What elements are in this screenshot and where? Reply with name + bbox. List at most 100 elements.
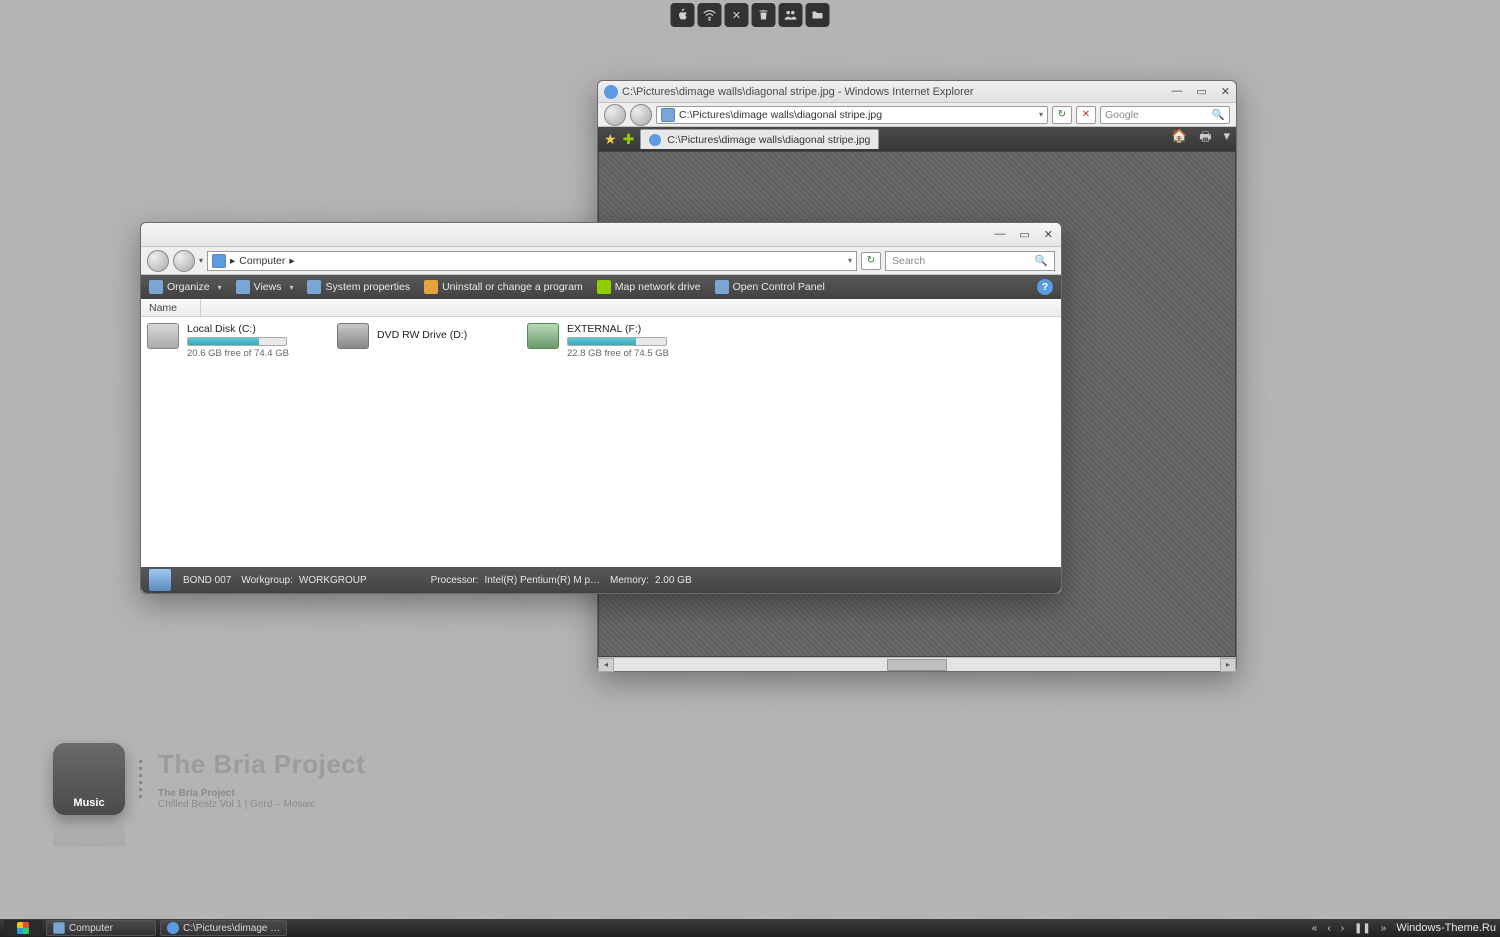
dvd-icon	[337, 323, 369, 349]
column-name[interactable]: Name	[141, 299, 201, 316]
organize-button[interactable]: Organize	[149, 280, 222, 294]
home-icon[interactable]: 🏠	[1171, 128, 1187, 150]
column-header-row: Name	[141, 299, 1061, 317]
drive-c[interactable]: Local Disk (C:) 20.6 GB free of 74.4 GB	[147, 323, 297, 359]
ie-address-bar: C:\Pictures\dimage walls\diagonal stripe…	[598, 103, 1236, 127]
scroll-left-button[interactable]: ◂	[598, 658, 614, 672]
tab-label: C:\Pictures\dimage walls\diagonal stripe…	[667, 134, 870, 146]
explorer-content[interactable]: Local Disk (C:) 20.6 GB free of 74.4 GB …	[141, 317, 1061, 567]
tray-next-icon[interactable]: »	[1381, 923, 1387, 934]
history-dropdown-icon[interactable]: ▾	[199, 256, 203, 265]
status-proc: Intel(R) Pentium(R) M p…	[484, 575, 600, 586]
scroll-right-button[interactable]: ▸	[1220, 658, 1236, 672]
explorer-nav: ▾ ▸ Computer ▸ ▾ ↻ Search 🔍	[141, 247, 1061, 275]
ie-tab-strip: ★ ✚ C:\Pictures\dimage walls\diagonal st…	[598, 127, 1236, 151]
search-icon[interactable]: 🔍	[1212, 108, 1225, 121]
drive-c-label: Local Disk (C:)	[187, 323, 289, 335]
drive-c-free: 20.6 GB free of 74.4 GB	[187, 348, 289, 359]
tray-back-icon[interactable]: ‹	[1327, 923, 1330, 934]
tray-play-icon[interactable]: ›	[1341, 923, 1344, 934]
computer-icon	[212, 254, 226, 268]
search-input[interactable]: Google 🔍	[1100, 106, 1230, 124]
start-button[interactable]	[4, 920, 42, 936]
help-button[interactable]: ?	[1037, 279, 1053, 295]
address-input[interactable]: C:\Pictures\dimage walls\diagonal stripe…	[656, 106, 1048, 124]
tools-icon[interactable]: ✕	[725, 3, 749, 27]
status-wg-label: Workgroup:	[241, 575, 293, 586]
status-wg: WORKGROUP	[299, 575, 367, 586]
map-network-button[interactable]: Map network drive	[597, 280, 701, 294]
explorer-window: — ▭ ✕ ▾ ▸ Computer ▸ ▾ ↻ Search 🔍 Organi…	[140, 222, 1062, 594]
maximize-button[interactable]: ▭	[1196, 85, 1206, 98]
wifi-icon[interactable]	[698, 3, 722, 27]
uninstall-icon	[424, 280, 438, 294]
system-properties-button[interactable]: System properties	[307, 280, 410, 294]
column-name-label: Name	[149, 302, 177, 314]
ie-titlebar[interactable]: C:\Pictures\dimage walls\diagonal stripe…	[598, 81, 1236, 103]
users-icon[interactable]	[779, 3, 803, 27]
search-placeholder: Google	[1105, 109, 1139, 121]
apple-icon[interactable]	[671, 3, 695, 27]
forward-button[interactable]	[173, 250, 195, 272]
views-button[interactable]: Views	[236, 280, 294, 294]
widget-dots	[139, 760, 142, 798]
status-host: BOND 007	[183, 575, 231, 586]
ie-scrollbar-horizontal[interactable]: ◂ ▸	[598, 657, 1236, 671]
chevron-down-icon[interactable]: ▾	[1039, 110, 1043, 119]
close-button[interactable]: ✕	[1221, 85, 1230, 98]
minimize-button[interactable]: —	[994, 228, 1005, 241]
breadcrumb-sep: ▸	[289, 255, 294, 267]
system-tray: « ‹ › ❚❚ » Windows-Theme.Ru	[1312, 922, 1496, 934]
address-text: C:\Pictures\dimage walls\diagonal stripe…	[679, 109, 882, 121]
tools-dropdown-icon[interactable]: ▾	[1223, 128, 1230, 150]
tray-pause-icon[interactable]: ❚❚	[1354, 923, 1371, 934]
refresh-button[interactable]: ↻	[861, 252, 881, 270]
ie-tab[interactable]: C:\Pictures\dimage walls\diagonal stripe…	[640, 129, 879, 149]
taskbar-item-computer[interactable]: Computer	[46, 920, 156, 936]
back-button[interactable]	[147, 250, 169, 272]
views-label: Views	[254, 281, 282, 293]
taskbar: Computer C:\Pictures\dimage … « ‹ › ❚❚ »…	[0, 919, 1500, 937]
drive-d-label: DVD RW Drive (D:)	[377, 329, 467, 341]
uninstall-button[interactable]: Uninstall or change a program	[424, 280, 583, 294]
music-tile-label: Music	[73, 797, 104, 809]
forward-button[interactable]	[630, 104, 652, 126]
taskbar-item-ie[interactable]: C:\Pictures\dimage …	[160, 920, 287, 936]
top-dock: ✕	[671, 3, 830, 27]
music-tile[interactable]: Music	[53, 743, 125, 815]
drive-f[interactable]: EXTERNAL (F:) 22.8 GB free of 74.5 GB	[527, 323, 677, 359]
ie-app-icon	[604, 85, 618, 99]
ie-icon	[167, 922, 179, 934]
print-icon[interactable]: 🖶	[1199, 128, 1211, 150]
breadcrumb-bar[interactable]: ▸ Computer ▸ ▾	[207, 251, 857, 271]
maximize-button[interactable]: ▭	[1019, 228, 1029, 241]
stop-button[interactable]: ✕	[1076, 106, 1096, 124]
drive-d[interactable]: DVD RW Drive (D:)	[337, 323, 487, 349]
minimize-button[interactable]: —	[1171, 85, 1182, 98]
tray-prev-icon[interactable]: «	[1312, 923, 1318, 934]
computer-status-icon	[149, 569, 171, 591]
add-favorite-icon[interactable]: ✚	[623, 131, 635, 148]
music-title: The Bria Project	[158, 749, 365, 780]
close-button[interactable]: ✕	[1044, 228, 1053, 241]
taskbar-label: Computer	[69, 923, 113, 934]
explorer-titlebar[interactable]: — ▭ ✕	[141, 223, 1061, 247]
refresh-button[interactable]: ↻	[1052, 106, 1072, 124]
external-drive-icon	[527, 323, 559, 349]
taskbar-label: C:\Pictures\dimage …	[183, 923, 280, 934]
search-icon: 🔍	[1035, 254, 1048, 267]
trash-icon[interactable]	[752, 3, 776, 27]
control-panel-button[interactable]: Open Control Panel	[715, 280, 825, 294]
chevron-down-icon[interactable]: ▾	[848, 256, 852, 265]
scroll-track[interactable]	[614, 659, 1220, 671]
favorites-icon[interactable]: ★	[604, 131, 617, 148]
scroll-thumb[interactable]	[887, 659, 947, 671]
back-button[interactable]	[604, 104, 626, 126]
drive-f-free: 22.8 GB free of 74.5 GB	[567, 348, 669, 359]
folder-icon[interactable]	[806, 3, 830, 27]
breadcrumb-computer[interactable]: Computer	[239, 255, 285, 267]
explorer-search-input[interactable]: Search 🔍	[885, 251, 1055, 271]
drive-c-bar	[187, 337, 287, 346]
mapdrive-label: Map network drive	[615, 281, 701, 293]
views-icon	[236, 280, 250, 294]
